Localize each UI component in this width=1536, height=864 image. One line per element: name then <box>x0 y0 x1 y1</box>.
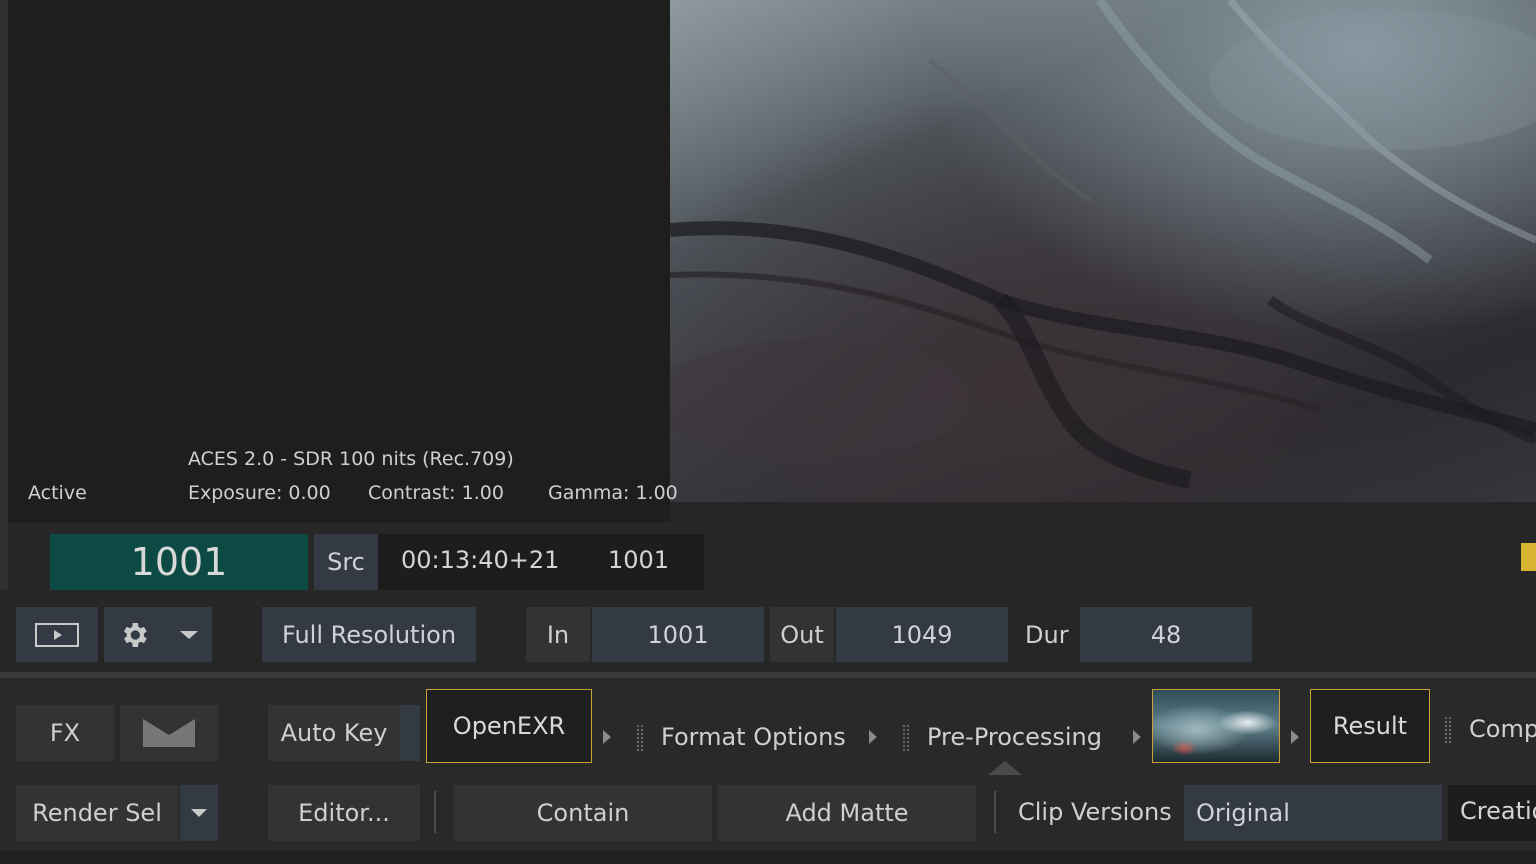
source-timecode: 00:13:40+21 <box>401 546 560 574</box>
matte-button[interactable] <box>120 705 218 761</box>
settings-button[interactable] <box>104 607 212 662</box>
duration-field[interactable]: 48 <box>1080 607 1252 662</box>
creation-button[interactable]: Creatio <box>1448 785 1536 841</box>
resolution-dropdown[interactable]: Full Resolution <box>262 607 476 662</box>
out-field[interactable]: 1049 <box>836 607 1008 662</box>
result-node[interactable]: Result <box>1310 689 1430 763</box>
exposure-label: Exposure: 0.00 <box>188 482 331 504</box>
clip-version-dropdown[interactable]: Original <box>1184 785 1442 841</box>
selection-caret-icon <box>988 761 1022 775</box>
render-sel-button[interactable]: Render Sel <box>16 785 178 841</box>
gamma-label: Gamma: 1.00 <box>548 482 678 504</box>
playhead-indicator <box>1521 543 1536 571</box>
comp-node[interactable]: Comp <box>1469 715 1536 743</box>
viewer-black-area <box>8 0 670 522</box>
fx-button[interactable]: FX <box>16 705 114 761</box>
viewer-status-label: Active <box>28 482 87 504</box>
drag-handle-icon[interactable] <box>1444 716 1452 744</box>
auto-key-toggle[interactable] <box>400 705 420 761</box>
clip-versions-label: Clip Versions <box>1018 798 1172 826</box>
out-label: Out <box>770 607 834 662</box>
arrow-right-icon <box>1133 730 1141 744</box>
in-field[interactable]: 1001 <box>592 607 764 662</box>
arrow-right-icon <box>603 730 611 744</box>
contain-button[interactable]: Contain <box>454 785 712 841</box>
matte-icon <box>143 719 195 747</box>
current-frame-display[interactable]: 1001 <box>50 534 308 590</box>
creation-label: Creatio <box>1460 797 1536 825</box>
gear-icon <box>124 622 147 647</box>
bottom-edge <box>0 851 1536 864</box>
viewer-image[interactable] <box>670 0 1536 502</box>
in-label: In <box>526 607 590 662</box>
chevron-down-icon <box>180 630 198 639</box>
separator <box>994 791 996 833</box>
play-mode-button[interactable] <box>16 607 98 662</box>
auto-key-button[interactable]: Auto Key <box>268 705 400 761</box>
controls-row <box>0 606 1536 672</box>
drag-handle-icon[interactable] <box>636 724 644 752</box>
play-icon <box>35 622 79 647</box>
editor-button[interactable]: Editor... <box>268 785 420 841</box>
clip-thumbnail[interactable] <box>1152 689 1280 763</box>
add-matte-button[interactable]: Add Matte <box>718 785 976 841</box>
drag-handle-icon[interactable] <box>902 724 910 752</box>
colorspace-label: ACES 2.0 - SDR 100 nits (Rec.709) <box>188 448 514 470</box>
openexr-node[interactable]: OpenEXR <box>426 689 592 763</box>
source-toggle[interactable]: Src <box>314 534 378 590</box>
pre-processing-node[interactable]: Pre-Processing <box>927 723 1102 751</box>
format-options-node[interactable]: Format Options <box>661 723 846 751</box>
left-edge-strip <box>0 0 8 590</box>
contrast-label: Contrast: 1.00 <box>368 482 504 504</box>
chevron-down-icon <box>191 809 207 817</box>
source-frame: 1001 <box>608 546 670 574</box>
render-options-dropdown[interactable] <box>180 785 218 841</box>
separator <box>434 791 436 833</box>
arrow-right-icon <box>1291 730 1299 744</box>
arrow-right-icon <box>869 730 877 744</box>
dur-label: Dur <box>1025 621 1069 649</box>
